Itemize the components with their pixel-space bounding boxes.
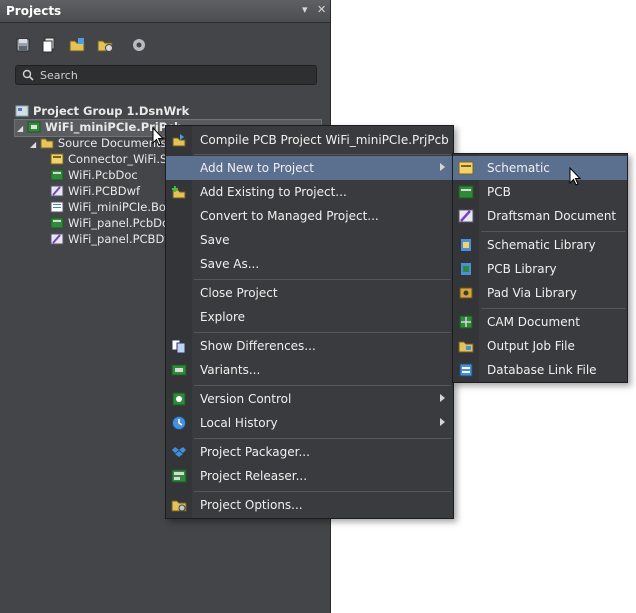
tree-file-item[interactable]: WiFi_miniPCIe.Bom [50, 200, 177, 216]
save-icon[interactable] [14, 36, 32, 54]
search-input[interactable]: Search [15, 65, 317, 85]
menu-item-add-new[interactable]: Add New to Project [166, 156, 453, 180]
menu-separator [194, 385, 451, 386]
pcb-doc-icon [50, 217, 64, 229]
menu-item-local-history[interactable]: Local History [166, 411, 453, 435]
options-icon [171, 500, 187, 512]
menu-separator [194, 491, 451, 492]
submenu-item-schematic-library[interactable]: Schematic Library [453, 233, 627, 257]
panel-title: Projects [6, 4, 62, 18]
tree-project-group[interactable]: Project Group 1.DsnWrk [15, 104, 189, 120]
menu-item-project-releaser[interactable]: Project Releaser... [166, 464, 453, 488]
save-all-icon[interactable] [40, 36, 58, 54]
version-control-icon [172, 392, 186, 406]
pcb-project-icon [27, 121, 41, 133]
tree-file-label: WiFi.PCBDwf [68, 184, 141, 198]
variants-icon [171, 364, 187, 376]
tree-file-item[interactable]: WiFi_panel.PCBDw [50, 232, 174, 248]
close-project-icon[interactable] [96, 36, 114, 54]
menu-item-convert-managed[interactable]: Convert to Managed Project... [166, 204, 453, 228]
submenu-item-pad-via-library[interactable]: Pad Via Library [453, 281, 627, 305]
expand-arrow-icon[interactable]: ◢ [17, 124, 23, 133]
search-icon [22, 69, 34, 81]
menu-separator [194, 279, 451, 280]
tree-file-item[interactable]: WiFi.PCBDwf [50, 184, 140, 200]
submenu-item-output-job[interactable]: Output Job File [453, 334, 627, 358]
pcb-doc-icon [50, 169, 64, 181]
submenu-arrow-icon [440, 418, 445, 426]
context-menu: Compile PCB Project WiFi_miniPCIe.PrjPcb… [165, 125, 454, 519]
menu-separator [194, 332, 451, 333]
submenu-arrow-icon [440, 394, 445, 402]
differences-icon [171, 339, 186, 354]
tree-project-group-label: Project Group 1.DsnWrk [33, 104, 190, 118]
search-placeholder: Search [40, 69, 78, 82]
panel-header: Projects ▾ ✕ [0, 0, 330, 23]
tree-file-item[interactable]: Connector_WiFi.Sc [50, 152, 174, 168]
releaser-icon [171, 469, 187, 483]
submenu-arrow-icon [440, 163, 445, 171]
add-new-submenu: Schematic PCB Draftsman Document Schemat… [452, 153, 628, 383]
menu-item-add-existing[interactable]: Add Existing to Project... [166, 180, 453, 204]
compile-icon [172, 134, 186, 147]
schematic-doc-icon [50, 153, 64, 165]
submenu-item-draftsman[interactable]: Draftsman Document [453, 204, 627, 228]
padvia-icon [459, 287, 473, 299]
mouse-cursor-icon [569, 167, 582, 186]
history-icon [172, 416, 186, 430]
menu-item-version-control[interactable]: Version Control [166, 387, 453, 411]
pcblib-icon [461, 263, 471, 275]
submenu-item-database-link[interactable]: Database Link File [453, 358, 627, 382]
tree-source-folder[interactable]: ◢ Source Documents [30, 136, 167, 152]
menu-item-variants[interactable]: Variants... [166, 358, 453, 382]
draftsman-doc-icon [50, 233, 64, 245]
close-icon[interactable]: ✕ [317, 3, 326, 16]
schlib-icon [461, 239, 471, 251]
bom-doc-icon [50, 201, 64, 213]
tree-file-label: WiFi_miniPCIe.Bom [68, 200, 178, 214]
menu-item-project-options[interactable]: Project Options... [166, 493, 453, 517]
expand-arrow-icon[interactable]: ◢ [30, 140, 36, 149]
submenu-item-pcb-library[interactable]: PCB Library [453, 257, 627, 281]
menu-item-save-as[interactable]: Save As... [166, 252, 453, 276]
outjob-icon [458, 341, 474, 353]
tree-source-folder-label: Source Documents [57, 136, 167, 150]
draftsman-icon [458, 209, 474, 223]
menu-item-explore[interactable]: Explore [166, 305, 453, 329]
cam-icon [459, 315, 473, 329]
open-project-icon[interactable] [68, 36, 86, 54]
dblink-icon [459, 363, 473, 377]
menu-item-compile[interactable]: Compile PCB Project WiFi_miniPCIe.PrjPcb [166, 128, 453, 152]
tree-file-label: Connector_WiFi.Sc [68, 152, 174, 166]
menu-separator [194, 154, 451, 155]
tree-file-item[interactable]: WiFi.PcbDoc [50, 168, 138, 184]
menu-item-show-differences[interactable]: Show Differences... [166, 334, 453, 358]
pcb-icon [458, 185, 474, 199]
menu-item-close-project[interactable]: Close Project [166, 281, 453, 305]
submenu-item-schematic[interactable]: Schematic [453, 156, 627, 180]
menu-item-save[interactable]: Save [166, 228, 453, 252]
submenu-item-pcb[interactable]: PCB [453, 180, 627, 204]
tree-file-label: WiFi_panel.PCBDw [68, 232, 174, 246]
tree-file-label: WiFi.PcbDoc [68, 168, 138, 182]
menu-separator [194, 438, 451, 439]
workspace-icon [15, 105, 29, 117]
submenu-item-cam-document[interactable]: CAM Document [453, 310, 627, 334]
schematic-icon [458, 161, 474, 175]
tree-file-label: WiFi_panel.PcbDoc [68, 216, 176, 230]
menu-item-project-packager[interactable]: Project Packager... [166, 440, 453, 464]
menu-separator [481, 231, 625, 232]
mouse-cursor-icon [152, 127, 165, 146]
menu-separator [481, 308, 625, 309]
folder-icon [40, 138, 54, 149]
tree-file-item[interactable]: WiFi_panel.PcbDoc [50, 216, 175, 232]
pin-icon[interactable]: ▾ [302, 3, 308, 16]
settings-gear-icon[interactable] [130, 36, 148, 54]
packager-icon [172, 447, 186, 457]
add-existing-icon [172, 186, 186, 199]
draftsman-doc-icon [50, 185, 64, 197]
